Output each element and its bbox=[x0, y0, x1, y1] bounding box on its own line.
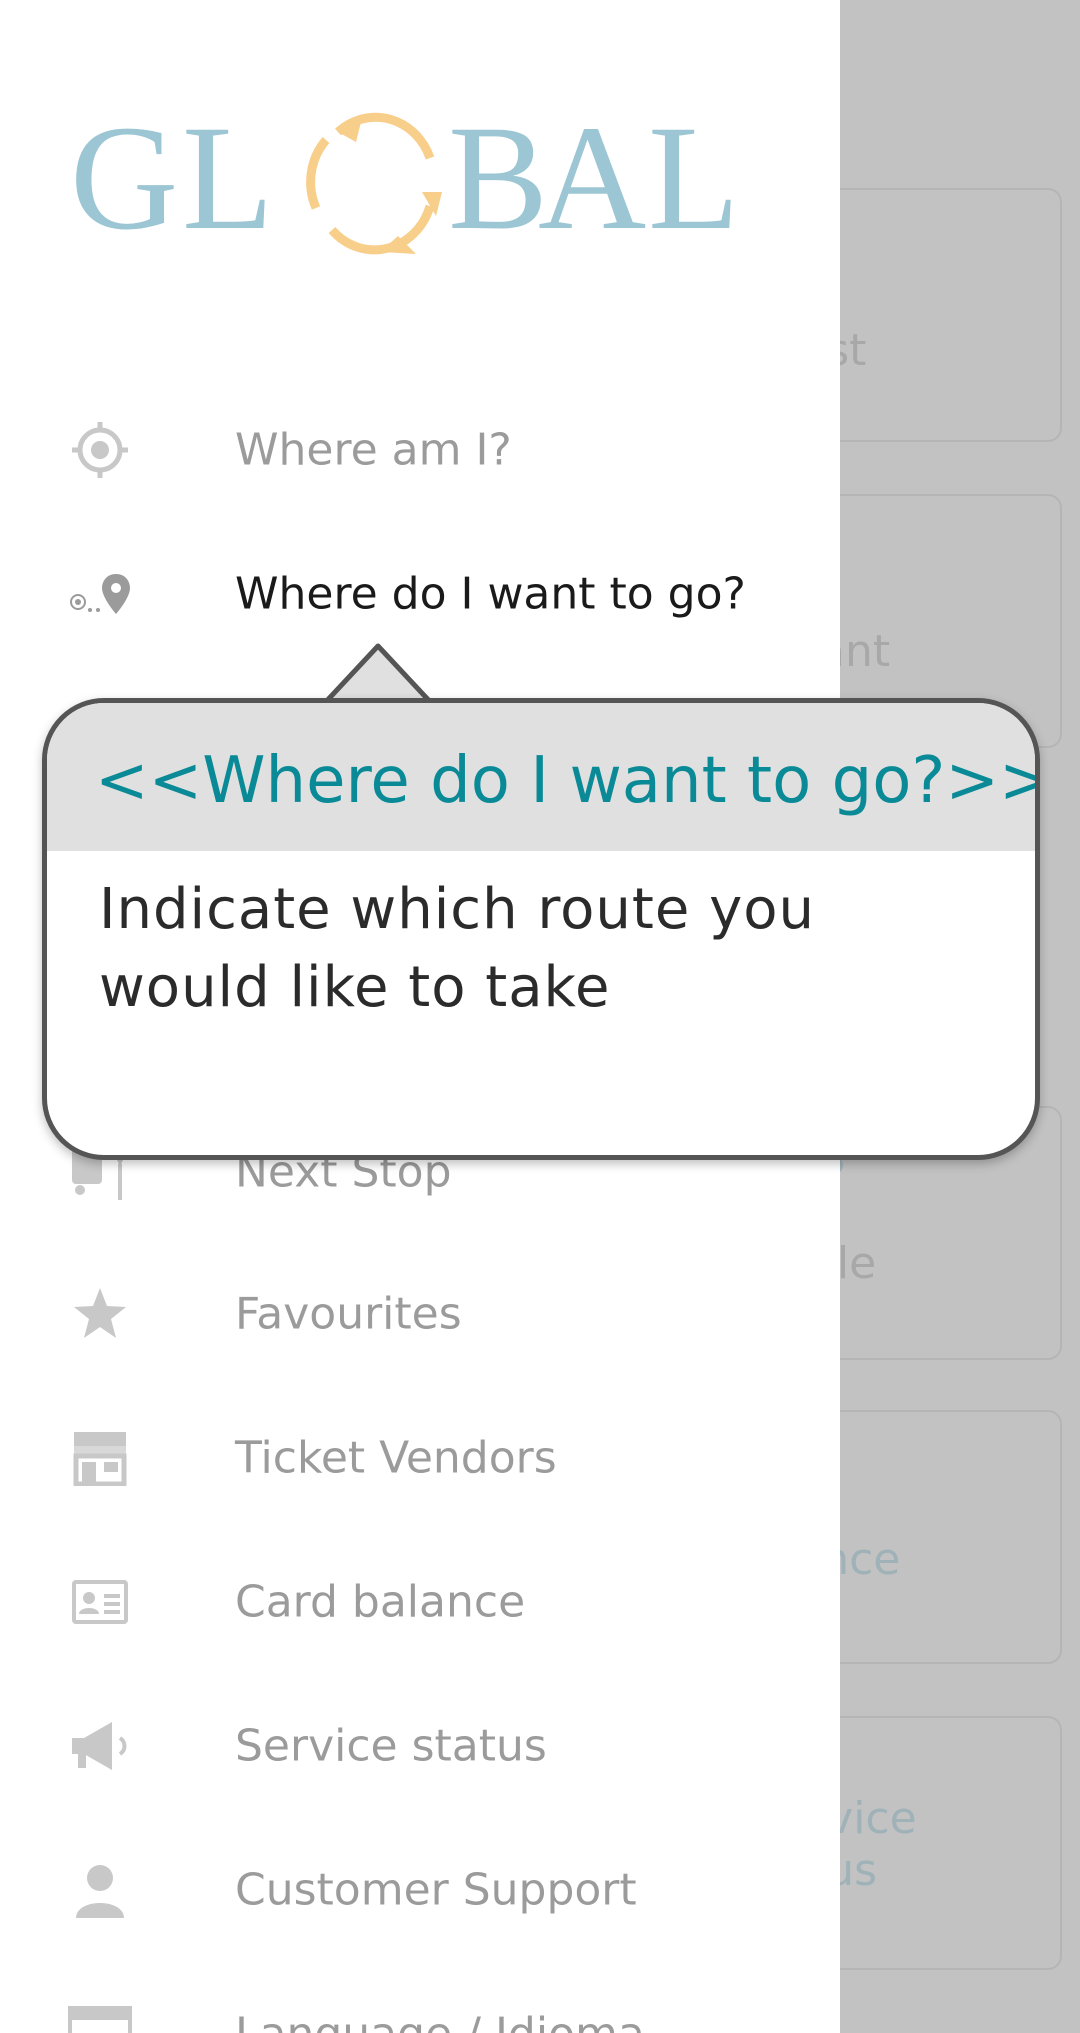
route-pin-icon bbox=[68, 566, 132, 622]
menu-item-favourites[interactable]: Favourites bbox=[0, 1264, 840, 1364]
tooltip-body: Indicate which route you would like to t… bbox=[99, 877, 816, 1020]
menu-item-label: Language / Idioma bbox=[235, 2009, 645, 2033]
store-icon bbox=[68, 1430, 132, 1486]
menu-item-label: Customer Support bbox=[235, 1864, 637, 1916]
background-card: rest bbox=[840, 188, 1062, 442]
background-card-subtitle: rest bbox=[840, 325, 867, 376]
background-card-title: rd lance bbox=[840, 1534, 901, 1585]
menu-item-label: Where am I? bbox=[235, 424, 512, 476]
background-card-title: ervice atus bbox=[840, 1793, 917, 1896]
language-icon bbox=[68, 2006, 132, 2033]
star-icon bbox=[68, 1286, 132, 1342]
menu-item-label: Ticket Vendors bbox=[235, 1432, 557, 1484]
background-card-subtitle: want bbox=[840, 626, 891, 677]
menu-item-where-am-i[interactable]: Where am I? bbox=[0, 400, 840, 500]
svg-text:G: G bbox=[70, 95, 178, 261]
menu-item-where-do-i-want-to-go[interactable]: Where do I want to go? bbox=[0, 544, 840, 644]
menu-item-ticket-vendors[interactable]: Ticket Vendors bbox=[0, 1408, 840, 1508]
id-card-icon bbox=[68, 1574, 132, 1630]
menu-item-label: Card balance bbox=[235, 1576, 526, 1628]
background-card: ervice atus bbox=[840, 1716, 1062, 1970]
menu-item-customer-support[interactable]: Customer Support bbox=[0, 1840, 840, 1940]
svg-text:L: L bbox=[648, 95, 740, 261]
menu-item-label: Favourites bbox=[235, 1288, 462, 1340]
menu-item-service-status[interactable]: Service status bbox=[0, 1696, 840, 1796]
background-card-subtitle: able bbox=[840, 1238, 877, 1289]
background-card: rd lance bbox=[840, 1410, 1062, 1664]
tooltip-arrow bbox=[318, 643, 438, 706]
onboarding-tooltip[interactable]: <<Where do I want to go?>> Indicate whic… bbox=[42, 698, 1040, 1160]
menu-item-label: Where do I want to go? bbox=[235, 568, 746, 620]
person-icon bbox=[68, 1862, 132, 1918]
menu-item-language[interactable]: Language / Idioma bbox=[0, 1984, 840, 2033]
svg-text:L: L bbox=[182, 95, 274, 261]
megaphone-icon bbox=[68, 1718, 132, 1774]
tooltip-title: <<Where do I want to go?>> bbox=[95, 744, 1040, 818]
svg-text:A: A bbox=[538, 95, 646, 261]
menu-item-card-balance[interactable]: Card balance bbox=[0, 1552, 840, 1652]
menu-item-label: Service status bbox=[235, 1720, 547, 1772]
svg-text:B: B bbox=[448, 95, 548, 261]
target-icon bbox=[68, 422, 132, 478]
global-logo: G L B A L bbox=[70, 88, 770, 268]
